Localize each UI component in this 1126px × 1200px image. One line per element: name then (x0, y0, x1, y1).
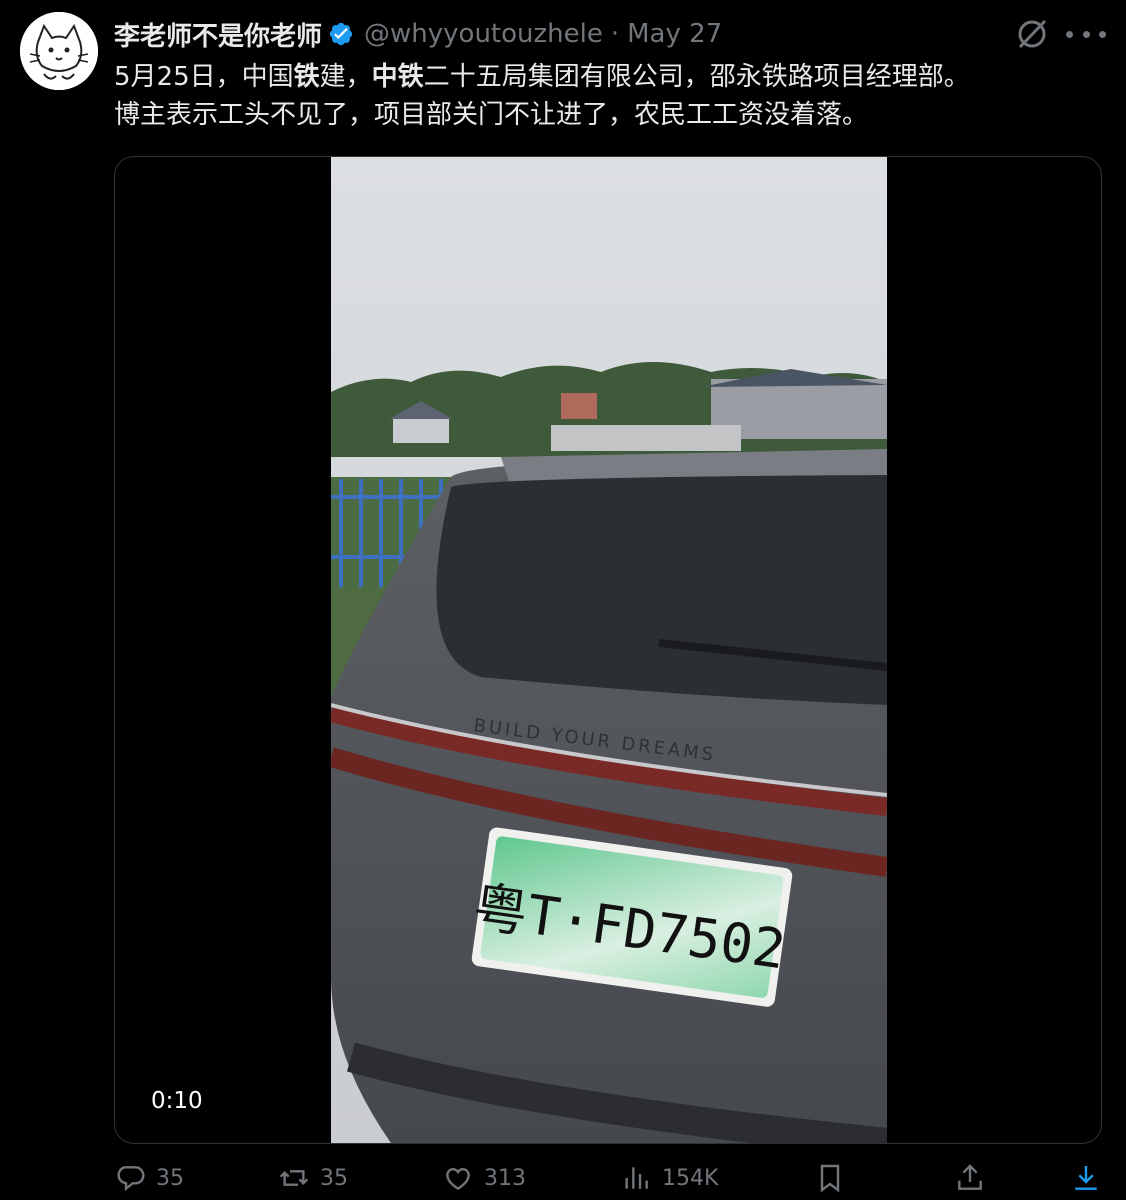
bookmark-icon (820, 1164, 840, 1193)
tweet-text-line-2: 博主表示工头不见了，项目部关门不让进了，农民工工资没着落。 (114, 100, 869, 130)
like-count: 313 (484, 1165, 526, 1191)
heart-icon (446, 1167, 470, 1191)
retweet-count: 35 (320, 1165, 348, 1191)
cat-avatar-icon (20, 12, 98, 90)
author-handle[interactable]: @whyyoutouzhele (364, 19, 603, 49)
action-bar: 35 35 313 154K (114, 1160, 1104, 1200)
tweet-header: 李老师不是你老师 @whyyoutouzhele · May 27 (114, 14, 722, 54)
video-duration: 0:10 (137, 1083, 217, 1119)
share-button[interactable] (954, 1160, 996, 1196)
views-icon (625, 1167, 648, 1189)
video-frame[interactable]: BUILD YOUR DREAMS 粤T·FD7502 (331, 157, 887, 1143)
tweet: 李老师不是你老师 @whyyoutouzhele · May 27 5月25日，… (0, 0, 1126, 1200)
tweet-text: 5月25日，中国铁建，中铁二十五局集团有限公司，邵永铁路项目经理部。 博主表示工… (114, 58, 1104, 134)
view-count: 154K (662, 1165, 719, 1191)
reply-icon (117, 1166, 145, 1192)
post-date[interactable]: May 27 (627, 19, 722, 49)
grok-icon[interactable] (1014, 16, 1050, 52)
bookmark-button[interactable] (814, 1160, 856, 1196)
tweet-text-line-1: 5月25日，中国铁建，中铁二十五局集团有限公司，邵永铁路项目经理部。 (114, 62, 970, 92)
download-button[interactable] (1070, 1160, 1112, 1196)
like-button[interactable]: 313 (442, 1160, 526, 1196)
retweet-icon (279, 1170, 309, 1186)
share-icon (958, 1164, 982, 1190)
more-options-icon[interactable] (1066, 16, 1106, 52)
download-icon (1075, 1166, 1097, 1190)
separator-dot: · (610, 19, 620, 49)
avatar[interactable] (20, 12, 98, 90)
reply-button[interactable]: 35 (114, 1160, 184, 1196)
reply-count: 35 (156, 1165, 184, 1191)
retweet-button[interactable]: 35 (278, 1160, 348, 1196)
views-button[interactable]: 154K (620, 1160, 718, 1196)
display-name[interactable]: 李老师不是你老师 (114, 16, 322, 53)
verified-badge-icon (329, 22, 353, 46)
video-player[interactable]: BUILD YOUR DREAMS 粤T·FD7502 0:10 (114, 156, 1102, 1144)
video-thumbnail: BUILD YOUR DREAMS 粤T·FD7502 (331, 157, 887, 1143)
